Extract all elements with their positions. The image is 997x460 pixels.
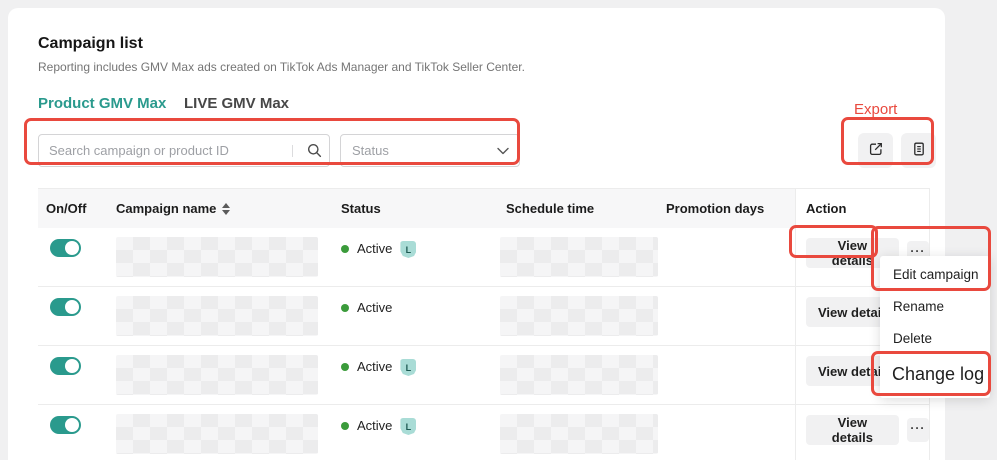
campaign-list-card: Campaign list Reporting includes GMV Max… [8,8,945,460]
page-title: Campaign list [38,35,143,53]
campaign-name-cell [103,405,333,460]
redacted-schedule-time [500,237,658,277]
tab-live-gmv-max[interactable]: LIVE GMV Max [184,95,289,112]
share-export-icon [868,141,884,160]
toggle-knob [65,418,79,432]
status-label: Active [357,359,392,374]
campaign-toggle[interactable] [50,357,81,375]
table-row: Active L View details ··· [38,405,930,460]
redacted-schedule-time [500,296,658,336]
report-button[interactable] [901,133,936,168]
status-label: Active [357,300,392,315]
active-tab-underline [38,118,166,121]
redacted-schedule-time [500,355,658,395]
col-header-status: Status [333,189,498,228]
status-active-dot [341,363,349,371]
campaign-name-cell [103,346,333,404]
live-shield-badge-icon: L [400,418,416,435]
more-actions-button[interactable]: ··· [907,418,929,442]
col-header-on-off: On/Off [38,189,103,228]
menu-item-change-log[interactable]: Change log [880,354,990,394]
view-details-button[interactable]: View details [806,415,899,445]
table-row: Active View details [38,287,930,346]
campaign-toggle[interactable] [50,298,81,316]
menu-item-edit-campaign[interactable]: Edit campaign [880,258,990,290]
live-shield-badge-icon: L [400,359,416,376]
on-off-cell [38,287,103,345]
promotion-days-cell [658,346,795,404]
on-off-cell [38,405,103,460]
on-off-cell [38,228,103,286]
on-off-cell [38,346,103,404]
promotion-days-cell [658,287,795,345]
redacted-campaign-name [116,237,318,277]
status-cell: Active L [333,405,498,460]
toggle-knob [65,359,79,373]
campaign-name-cell [103,287,333,345]
status-active-dot [341,422,349,430]
schedule-time-cell [498,228,658,286]
status-cell: Active L [333,346,498,404]
export-button[interactable] [858,133,893,168]
schedule-time-cell [498,346,658,404]
campaign-name-header-label: Campaign name [116,201,216,216]
campaign-toggle[interactable] [50,239,81,257]
toggle-knob [65,241,79,255]
report-clipboard-icon [911,141,927,160]
campaign-table: On/Off Campaign name Status Schedule tim… [38,188,930,460]
action-cell: View details ··· [795,405,930,460]
promotion-days-cell [658,405,795,460]
redacted-campaign-name [116,414,318,454]
schedule-time-cell [498,405,658,460]
status-active-dot [341,304,349,312]
table-row: Active L View details ··· [38,228,930,287]
status-label: Active [357,418,392,433]
table-row: Active L View details [38,346,930,405]
search-input[interactable] [39,143,292,158]
status-filter-select[interactable]: Status [340,134,520,167]
search-icon[interactable] [301,143,327,158]
schedule-time-cell [498,287,658,345]
page-subtitle: Reporting includes GMV Max ads created o… [38,60,525,74]
campaign-name-cell [103,228,333,286]
col-header-promotion-days: Promotion days [658,189,795,228]
campaign-toggle[interactable] [50,416,81,434]
status-filter-label: Status [352,143,389,158]
sort-icon[interactable] [222,203,230,215]
chevron-down-icon [497,142,509,160]
live-shield-badge-icon: L [400,241,416,258]
col-header-schedule-time: Schedule time [498,189,658,228]
menu-item-rename[interactable]: Rename [880,290,990,322]
status-active-dot [341,245,349,253]
search-divider [292,145,293,157]
export-annotation-label: Export [854,101,897,118]
tab-product-gmv-max[interactable]: Product GMV Max [38,95,166,112]
col-header-campaign-name: Campaign name [103,189,333,228]
search-campaign-box[interactable] [38,134,330,167]
status-label: Active [357,241,392,256]
redacted-campaign-name [116,296,318,336]
row-actions-context-menu: Edit campaign Rename Delete Change log [880,256,990,398]
page: Campaign list Reporting includes GMV Max… [0,0,997,460]
status-cell: Active L [333,228,498,286]
redacted-campaign-name [116,355,318,395]
menu-item-delete[interactable]: Delete [880,322,990,354]
redacted-schedule-time [500,414,658,454]
toggle-knob [65,300,79,314]
table-header-row: On/Off Campaign name Status Schedule tim… [38,189,930,228]
promotion-days-cell [658,228,795,286]
status-cell: Active [333,287,498,345]
col-header-action: Action [795,189,930,228]
